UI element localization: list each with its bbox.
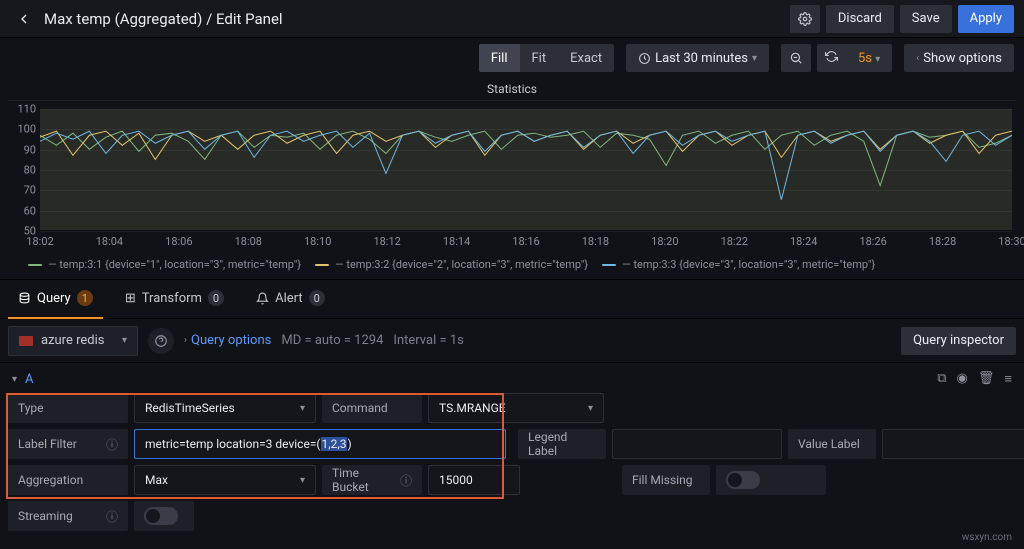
labelfilter-input[interactable]: metric=temp location=3 device=(1,2,3) [134,429,506,459]
refresh-interval[interactable]: 5s ▾ [846,44,892,72]
chart-title: Statistics [8,80,1016,100]
watermark: wsxyn.com [962,532,1012,543]
value-label-input[interactable] [882,429,1024,459]
drag-icon[interactable]: ≡ [1004,371,1012,387]
datasource-select[interactable]: azure redis ▾ [8,326,138,356]
transform-icon: ⊞ [125,291,136,306]
settings-button[interactable] [790,5,820,33]
chart-legend: — temp:3:1 {device="1", location="3", me… [0,252,1024,279]
show-options-button[interactable]: ‹ Show options [904,44,1014,72]
value-label-label: Value Label [788,429,876,459]
tab-query[interactable]: Query 1 [8,279,103,319]
fillmissing-toggle[interactable] [716,465,826,495]
type-label: Type [8,393,128,423]
query-inspector-button[interactable]: Query inspector [901,327,1016,355]
chevron-down-icon: ▾ [752,53,757,64]
tab-alert[interactable]: Alert 0 [246,279,335,319]
save-button[interactable]: Save [900,5,952,33]
timerange-picker[interactable]: Last 30 minutes ▾ [626,44,769,72]
discard-button[interactable]: Discard [826,5,894,33]
fillmissing-label: Fill Missing [622,465,710,495]
interval-info: Interval = 1s [393,333,463,348]
query-a-block: ▾ A ⧉ ◉ 🗑 ≡ Type RedisTimeSeries▾ Comman… [0,363,1024,545]
command-label: Command [322,393,422,423]
legend-label-input[interactable] [612,429,782,459]
panel-toolbar: Fill Fit Exact Last 30 minutes ▾ 5s ▾ ‹ … [0,38,1024,78]
command-select[interactable]: TS.MRANGE▾ [428,393,604,423]
duplicate-icon[interactable]: ⧉ [937,371,946,387]
exact-button[interactable]: Exact [558,44,614,72]
aggregation-select[interactable]: Max▾ [134,465,316,495]
delete-icon[interactable]: 🗑 [978,371,995,387]
fit-mode-group: Fill Fit Exact [479,44,614,72]
datasource-icon [19,336,33,346]
query-id[interactable]: A [25,372,33,387]
timebucket-label: Time Bucketⓘ [322,465,422,495]
fit-button[interactable]: Fit [520,44,559,72]
chart-area[interactable]: 5060708090100110 18:0218:0418:0618:0818:… [8,100,1016,252]
streaming-label: Streamingⓘ [8,501,128,531]
tab-transform[interactable]: ⊞ Transform 0 [115,279,234,319]
chart-panel: Statistics 5060708090100110 18:0218:0418… [0,78,1024,252]
labelfilter-label: Label Filterⓘ [8,429,128,459]
aggregation-label: Aggregation [8,465,128,495]
refresh-button[interactable] [817,44,846,72]
legend-label-label: Legend Label [518,429,606,459]
zoom-out-button[interactable] [781,44,811,72]
md-info: MD = auto = 1294 [281,333,383,348]
toggle-visibility-icon[interactable]: ◉ [957,371,968,387]
apply-button[interactable]: Apply [958,5,1014,33]
datasource-row: azure redis ▾ › Query options MD = auto … [0,319,1024,363]
timebucket-input[interactable] [428,465,520,495]
type-select[interactable]: RedisTimeSeries▾ [134,393,316,423]
query-tabs: Query 1 ⊞ Transform 0 Alert 0 [0,279,1024,319]
query-options-link[interactable]: › Query options [184,333,271,348]
fill-button[interactable]: Fill [479,44,520,72]
back-button[interactable] [10,5,38,33]
refresh-group: 5s ▾ [817,44,892,72]
topbar: Max temp (Aggregated) / Edit Panel Disca… [0,0,1024,38]
collapse-icon[interactable]: ▾ [12,374,17,385]
streaming-toggle[interactable] [134,501,194,531]
page-title: Max temp (Aggregated) / Edit Panel [44,10,283,28]
datasource-help[interactable] [148,328,174,354]
